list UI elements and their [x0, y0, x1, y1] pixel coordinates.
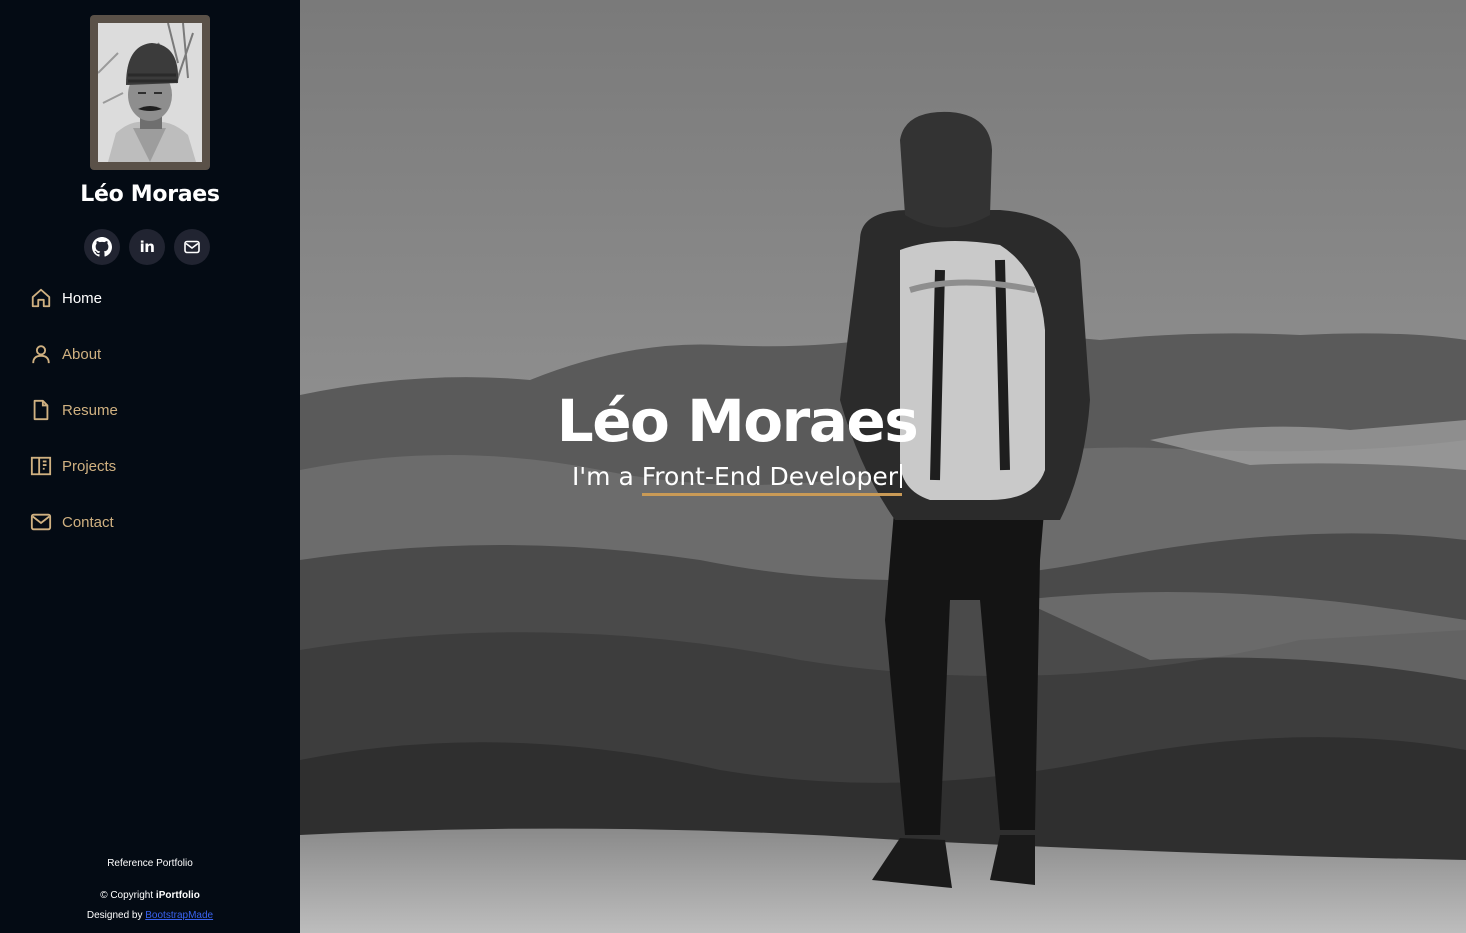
home-icon: [31, 288, 51, 308]
sidebar-item-label: Projects: [62, 457, 117, 475]
profile-name: Léo Moraes: [80, 182, 220, 207]
typed-role: Front-End Developer: [641, 462, 903, 496]
sidebar: Léo Moraes in Home About Resume Projects…: [0, 0, 300, 933]
user-icon: [32, 345, 50, 364]
avatar: [98, 23, 202, 162]
file-icon: [33, 399, 49, 421]
sidebar-item-projects[interactable]: Projects: [30, 438, 116, 494]
linkedin-link[interactable]: in: [129, 229, 165, 265]
designed-by: Designed by BootstrapMade: [86, 910, 214, 921]
email-link[interactable]: [174, 229, 210, 265]
reference-portfolio-link[interactable]: Reference Portfolio: [0, 858, 300, 869]
copyright: © Copyright iPortfolio: [100, 890, 200, 901]
sidebar-item-label: Contact: [62, 513, 114, 531]
hero-section: Léo Moraes I'm a Front-End Developer: [300, 0, 1466, 933]
linkedin-icon: in: [139, 238, 155, 256]
hero-subtitle: I'm a Front-End Developer: [554, 458, 920, 496]
hero-subtitle-prefix: I'm a: [571, 462, 642, 491]
github-icon: [92, 237, 112, 257]
github-link[interactable]: [84, 229, 120, 265]
layout-icon: [30, 456, 52, 476]
social-links: in: [84, 229, 210, 265]
sidebar-item-contact[interactable]: Contact: [30, 494, 114, 550]
typing-cursor: [900, 464, 903, 488]
sidebar-item-home[interactable]: Home: [30, 270, 102, 326]
envelope-icon: [30, 513, 52, 531]
sidebar-item-label: About: [62, 345, 102, 363]
mail-icon: [184, 240, 200, 254]
hero-title: Léo Moraes: [556, 387, 919, 455]
sidebar-item-resume[interactable]: Resume: [30, 382, 118, 438]
profile-avatar-frame: [90, 15, 210, 170]
sidebar-item-label: Home: [62, 289, 103, 307]
copyright-brand: iPortfolio: [155, 890, 200, 901]
sidebar-item-about[interactable]: About: [30, 326, 101, 382]
sidebar-item-label: Resume: [62, 401, 118, 419]
bootstrapmade-link[interactable]: BootstrapMade: [145, 910, 213, 921]
